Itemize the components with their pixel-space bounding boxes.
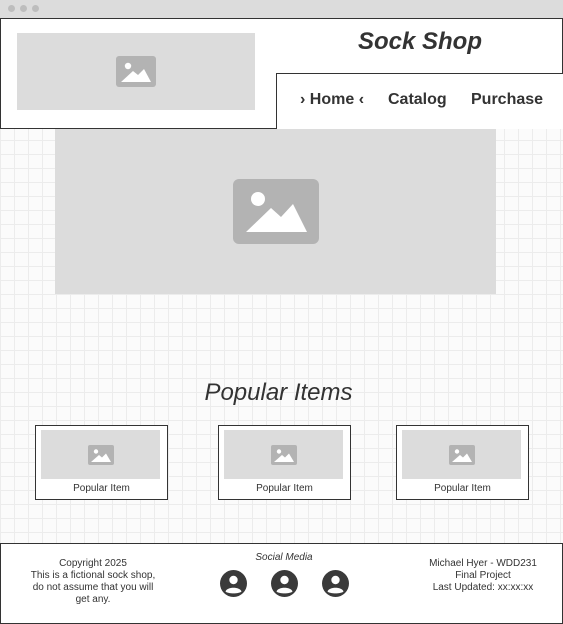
image-icon: [448, 444, 475, 465]
nav-item-home[interactable]: › Home ‹: [300, 91, 364, 109]
image-icon: [87, 444, 114, 465]
item-image-placeholder: [402, 430, 521, 479]
nav-item-purchase[interactable]: Purchase: [471, 91, 543, 109]
popular-items-title: Popular Items: [204, 379, 353, 406]
window-titlebar: [0, 0, 563, 18]
logo-image-placeholder[interactable]: [17, 33, 255, 110]
footer-right: Michael Hyer - WDD231 Final Project Last…: [418, 558, 548, 594]
image-icon: [116, 56, 156, 87]
user-icon[interactable]: [271, 570, 298, 597]
site-title: Sock Shop: [357, 28, 483, 55]
nav-item-label: Home: [309, 91, 355, 108]
window-dot: [8, 5, 15, 12]
popular-item-card[interactable]: Popular Item: [218, 425, 351, 500]
popular-item-label: Popular Item: [434, 483, 491, 494]
hero-image-placeholder[interactable]: [55, 129, 496, 294]
popular-item-label: Popular Item: [256, 483, 313, 494]
social-media-label: Social Media: [255, 552, 313, 563]
footer-left: Copyright 2025 This is a fictional sock …: [26, 558, 160, 606]
image-icon: [232, 179, 319, 244]
user-icon[interactable]: [322, 570, 349, 597]
nav-item-catalog[interactable]: Catalog: [388, 91, 447, 109]
author-text: Michael Hyer - WDD231: [429, 558, 537, 569]
popular-item-card[interactable]: Popular Item: [396, 425, 529, 500]
user-icon[interactable]: [220, 570, 247, 597]
window-dot: [20, 5, 27, 12]
last-updated-text: Last Updated: xx:xx:xx: [432, 582, 534, 593]
active-indicator-right: ‹: [358, 91, 365, 108]
popular-item-card[interactable]: Popular Item: [35, 425, 168, 500]
active-indicator-left: ›: [300, 91, 306, 108]
image-icon: [270, 444, 297, 465]
project-text: Final Project: [455, 570, 511, 581]
item-image-placeholder: [41, 430, 160, 479]
copyright-text: Copyright 2025: [59, 558, 127, 569]
disclaimer-text: This is a fictional sock shop, do not as…: [30, 570, 156, 605]
popular-item-label: Popular Item: [73, 483, 130, 494]
window-dot: [32, 5, 39, 12]
item-image-placeholder: [224, 430, 343, 479]
